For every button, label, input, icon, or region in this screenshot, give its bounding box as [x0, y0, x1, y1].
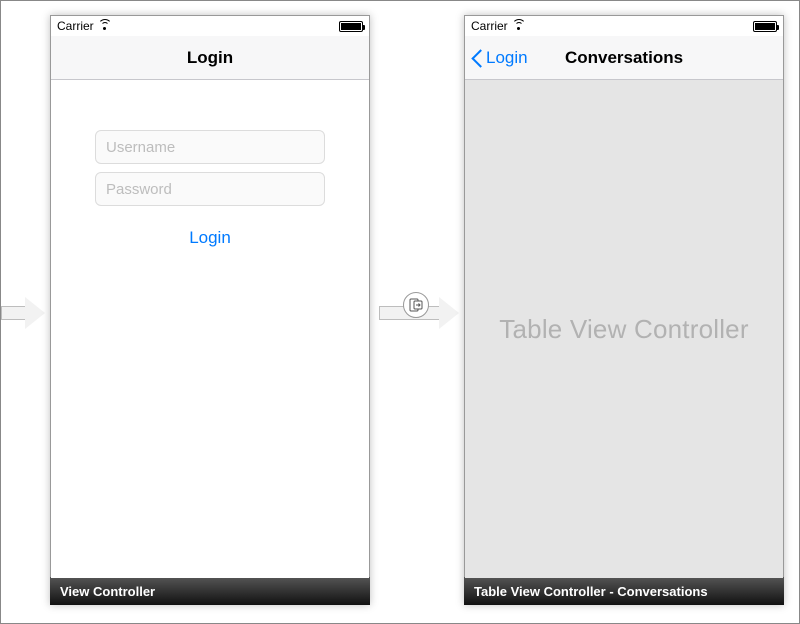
carrier-label: Carrier [57, 19, 94, 33]
login-scene-body: Carrier Login Login [50, 15, 370, 577]
conversations-scene-body: Carrier Login Conversations Table View C… [464, 15, 784, 577]
arrow-shaft [1, 306, 25, 320]
battery-icon [339, 21, 363, 32]
arrow-head-icon [439, 297, 459, 329]
table-placeholder-label: Table View Controller [499, 314, 748, 345]
nav-title: Conversations [565, 48, 683, 68]
wifi-icon [98, 21, 112, 31]
conversations-scene[interactable]: Carrier Login Conversations Table View C… [464, 15, 784, 605]
login-form: Login [51, 80, 369, 248]
chevron-left-icon [471, 48, 483, 68]
status-bar: Carrier [51, 16, 369, 36]
login-button[interactable]: Login [189, 228, 231, 248]
nav-title: Login [187, 48, 233, 68]
wifi-icon [512, 21, 526, 31]
login-content: Login [51, 80, 369, 578]
segue-icon[interactable] [403, 292, 429, 318]
carrier-label: Carrier [471, 19, 508, 33]
scene-caption[interactable]: Table View Controller - Conversations [464, 577, 784, 605]
arrow-head-icon [25, 297, 45, 329]
status-bar: Carrier [465, 16, 783, 36]
nav-bar: Login [51, 36, 369, 80]
push-segue-icon [409, 298, 423, 312]
battery-icon [753, 21, 777, 32]
status-bar-left: Carrier [57, 19, 112, 33]
login-scene[interactable]: Carrier Login Login View Controller [50, 15, 370, 605]
nav-bar: Login Conversations [465, 36, 783, 80]
password-field[interactable] [95, 172, 325, 206]
back-label: Login [486, 48, 528, 68]
scene-caption[interactable]: View Controller [50, 577, 370, 605]
table-view[interactable]: Table View Controller [465, 80, 783, 578]
back-button[interactable]: Login [471, 48, 528, 68]
status-bar-left: Carrier [471, 19, 526, 33]
storyboard-canvas: Carrier Login Login View Controller [0, 0, 800, 624]
initial-scene-arrow [1, 297, 45, 329]
username-field[interactable] [95, 130, 325, 164]
